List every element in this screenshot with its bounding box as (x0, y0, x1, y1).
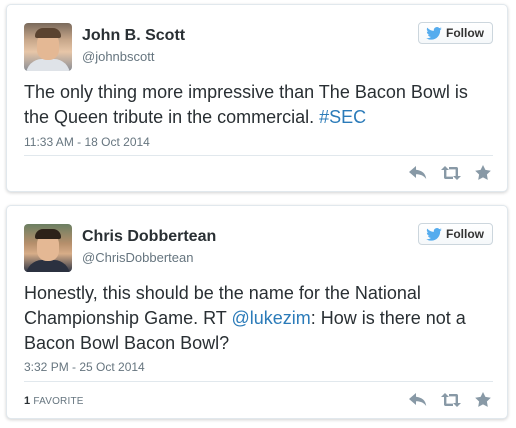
avatar[interactable] (24, 224, 72, 272)
twitter-bird-icon (426, 227, 442, 241)
tweet-actions (409, 392, 491, 407)
favorites-label: FAVORITE (33, 396, 84, 407)
follow-button[interactable]: Follow (418, 223, 493, 245)
hashtag-link[interactable]: #SEC (319, 107, 366, 127)
reply-icon[interactable] (409, 392, 427, 407)
follow-label: Follow (446, 26, 484, 40)
tweet-card: Chris Dobbertean @ChrisDobbertean Follow… (6, 205, 508, 419)
twitter-bird-icon (426, 26, 442, 40)
author-name[interactable]: John B. Scott (82, 27, 185, 45)
reply-icon[interactable] (409, 165, 427, 180)
tweet-timestamp[interactable]: 11:33 AM - 18 Oct 2014 (24, 135, 150, 149)
tweet-text: Honestly, this should be the name for th… (24, 281, 494, 356)
retweet-icon[interactable] (441, 392, 461, 407)
tweet-actions (409, 165, 491, 180)
avatar[interactable] (24, 23, 72, 71)
star-icon[interactable] (475, 392, 491, 407)
mention-link[interactable]: @lukezim (231, 308, 310, 328)
divider (24, 381, 493, 382)
favorites-number: 1 (24, 395, 31, 407)
avatar-shoulders (26, 59, 70, 71)
favorites-count[interactable]: 1 FAVORITE (24, 395, 84, 407)
star-icon[interactable] (475, 165, 491, 180)
retweet-icon[interactable] (441, 165, 461, 180)
avatar-shoulders (26, 260, 70, 272)
author-name[interactable]: Chris Dobbertean (82, 228, 216, 246)
tweet-timestamp[interactable]: 3:32 PM - 25 Oct 2014 (24, 360, 145, 374)
tweet-text: The only thing more impressive than The … (24, 80, 494, 130)
avatar-hair (35, 229, 61, 239)
avatar-hair (35, 28, 61, 38)
author-handle[interactable]: @ChrisDobbertean (82, 250, 193, 265)
divider (24, 155, 493, 156)
follow-button[interactable]: Follow (418, 22, 493, 44)
tweet-card: John B. Scott @johnbscott Follow The onl… (6, 4, 508, 192)
tweet-text-body: The only thing more impressive than The … (24, 82, 468, 127)
follow-label: Follow (446, 227, 484, 241)
author-handle[interactable]: @johnbscott (82, 49, 154, 64)
